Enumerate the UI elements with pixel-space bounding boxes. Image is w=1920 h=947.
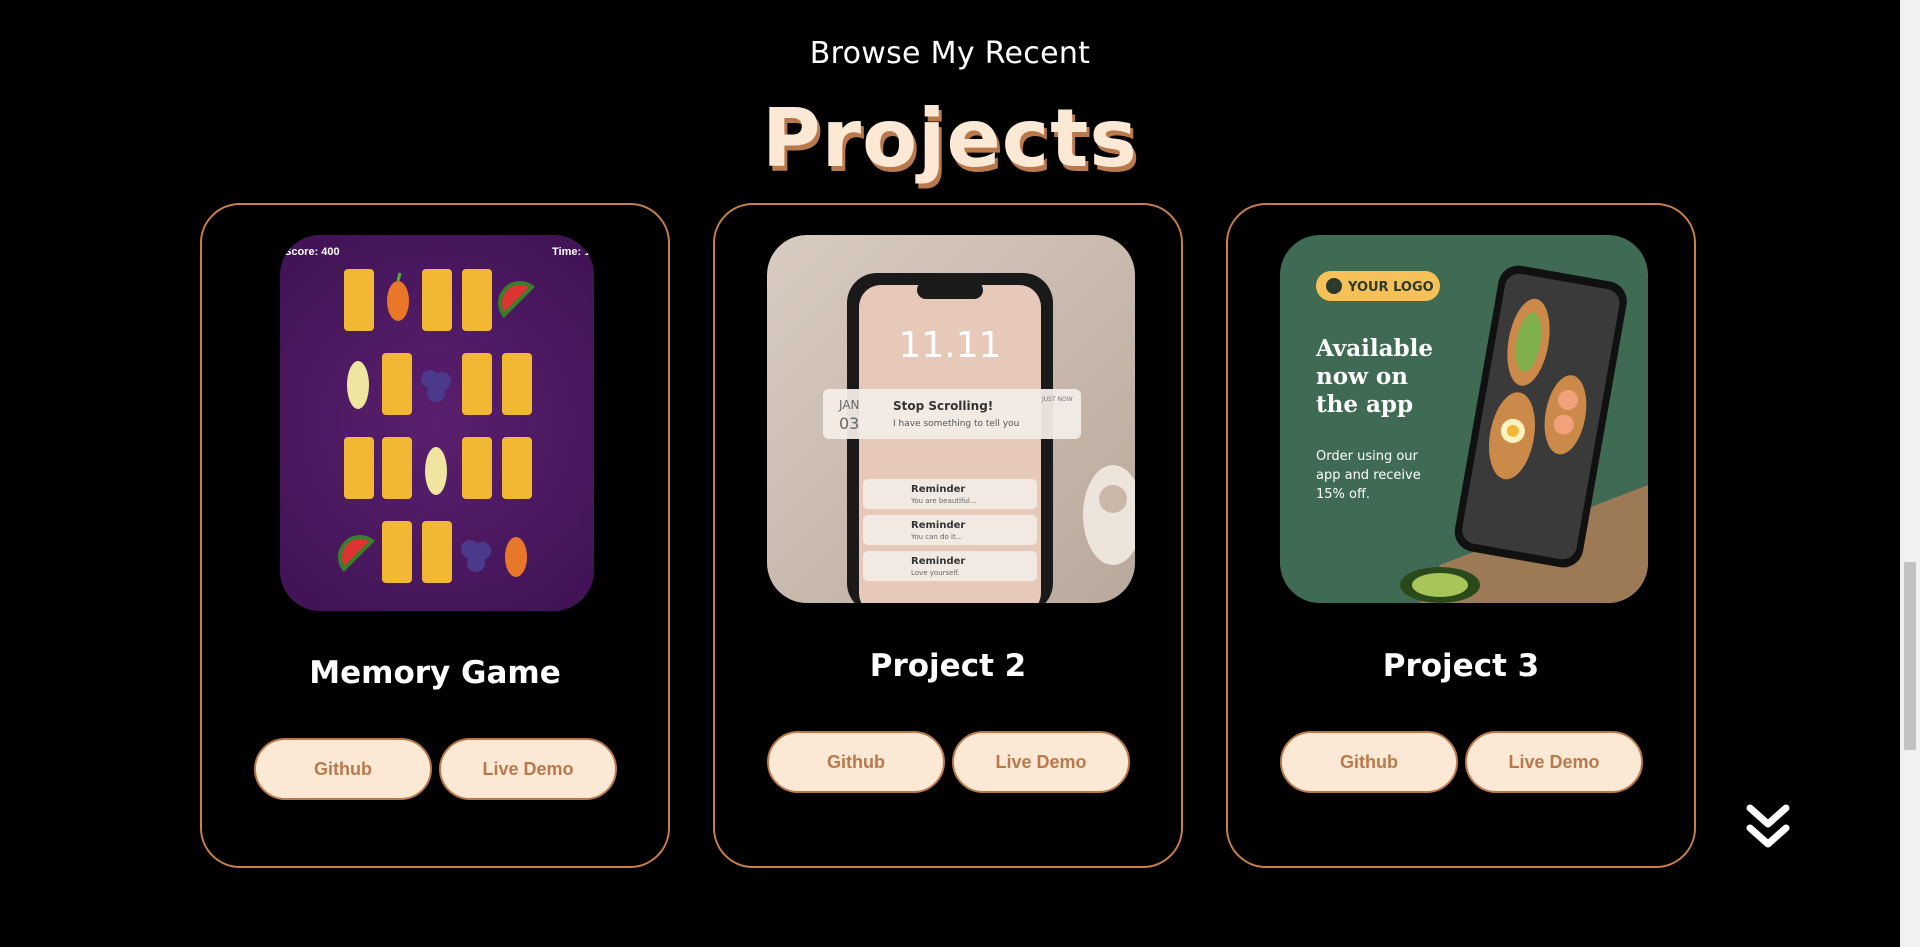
notif-month: JAN (838, 398, 860, 412)
projects-subtitle: Browse My Recent (809, 36, 1091, 71)
notif-title: Stop Scrolling! (893, 399, 993, 413)
chevron-double-down-icon[interactable] (1746, 804, 1790, 852)
live-demo-button[interactable]: Live Demo (952, 731, 1130, 793)
phone-clock: 11.11 (898, 325, 1001, 366)
github-button[interactable]: Github (767, 731, 945, 793)
game-score-text: Score: 400 (284, 246, 340, 258)
promo-headline: Available now on the app (1316, 335, 1434, 418)
promo-body: Order using our app and receive 15% off. (1316, 449, 1421, 502)
project-card-memory-game: Score: 400 Time: 1 Memory Game Github Li… (200, 203, 670, 868)
reminder-body: You can do it... (910, 533, 962, 541)
logo-text: YOUR LOGO (1347, 280, 1434, 295)
live-demo-button[interactable]: Live Demo (439, 738, 617, 800)
project-card-3: YOUR LOGO Available now on the app Order… (1226, 203, 1696, 868)
reminder-title: Reminder (911, 484, 965, 495)
scrollbar-thumb[interactable] (1904, 562, 1916, 750)
project-name: Project 2 (869, 648, 1027, 684)
notif-day: 03 (839, 414, 859, 433)
notif-time: JUST NOW (1041, 396, 1073, 403)
project-card-2: 11.11 JAN 03 Stop Scrolling! I have some… (713, 203, 1183, 868)
project-3-screenshot: YOUR LOGO Available now on the app Order… (1280, 235, 1648, 603)
notif-body: I have something to tell you (893, 419, 1019, 429)
project-2-screenshot: 11.11 JAN 03 Stop Scrolling! I have some… (767, 235, 1135, 603)
github-button[interactable]: Github (1280, 731, 1458, 793)
projects-title: Projects (761, 92, 1138, 185)
reminder-body: Love yourself. (911, 569, 960, 577)
reminder-title: Reminder (911, 556, 965, 567)
page-scrollbar[interactable] (1900, 0, 1920, 947)
game-time-text: Time: 1 (552, 246, 590, 258)
github-button[interactable]: Github (254, 738, 432, 800)
project-name: Project 3 (1382, 648, 1540, 684)
project-name: Memory Game (309, 655, 561, 691)
memory-game-screenshot: Score: 400 Time: 1 (280, 235, 594, 611)
reminder-title: Reminder (911, 520, 965, 531)
live-demo-button[interactable]: Live Demo (1465, 731, 1643, 793)
reminder-body: You are beautiful... (910, 497, 977, 505)
